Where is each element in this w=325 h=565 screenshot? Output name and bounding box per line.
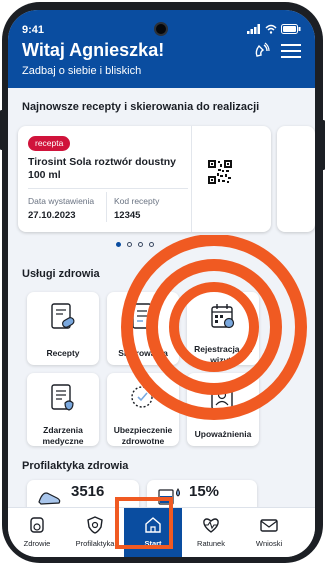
carousel-pagination [116, 242, 154, 247]
meta-divider [28, 188, 188, 189]
water-glass-icon [158, 488, 180, 505]
pagination-dot[interactable] [127, 242, 132, 247]
prescription-card[interactable]: recepta Tirosint Sola roztwór doustny 10… [18, 126, 271, 232]
prevention-shield-icon [87, 516, 103, 534]
nav-item-profilaktyka[interactable]: Profilaktyka [66, 508, 124, 557]
greeting-title: Witaj Agnieszka! [22, 40, 165, 60]
hydration-value: 15% [189, 483, 220, 500]
pagination-dot[interactable] [138, 242, 143, 247]
prevention-section-title: Profilaktyka zdrowia [22, 460, 129, 472]
signal-icon [247, 24, 260, 34]
issue-date-value: 27.10.2023 [28, 210, 76, 221]
volume-button [0, 110, 3, 150]
tile-upowaznienia[interactable]: Upoważnienia [187, 373, 259, 446]
tile-label: Upoważnienia [194, 429, 252, 439]
battery-icon [281, 24, 301, 34]
prescription-code-label: Kod recepty [114, 196, 160, 206]
voice-assistant-icon[interactable] [253, 42, 271, 60]
nav-label: Start [144, 539, 162, 548]
app-screen: 9:41 Witaj Agnieszka! Zadbaj o siebie i … [8, 10, 315, 557]
front-camera [154, 22, 168, 36]
applications-mail-icon [260, 519, 278, 532]
authorization-icon [211, 386, 233, 410]
tile-label: Zdarzenia medyczne [42, 425, 84, 446]
nav-label: Zdrowie [23, 539, 51, 548]
nav-item-zdrowie[interactable]: Zdrowie [8, 508, 66, 557]
bottom-navigation: Zdrowie Profilaktyka Start Ratunek Wnios… [8, 507, 315, 557]
tile-label: Recepty [46, 348, 80, 358]
card-divider [191, 126, 192, 232]
nav-item-wnioski[interactable]: Wnioski [240, 508, 298, 557]
tile-recepty[interactable]: Recepty [27, 292, 99, 365]
hamburger-menu-icon[interactable] [281, 43, 301, 59]
home-icon [145, 517, 161, 533]
tile-rejestracja[interactable]: Rejestracja na wizyty [187, 292, 259, 365]
prescription-card-next[interactable] [277, 126, 315, 232]
steps-shoe-icon [38, 492, 61, 505]
heartbeat-icon [203, 518, 219, 533]
meta-separator [106, 192, 107, 222]
prescription-drug-name: Tirosint Sola roztwór doustny 100 ml [28, 156, 176, 181]
calendar-registration-icon [211, 304, 235, 329]
prescription-icon [51, 303, 75, 329]
prescriptions-section-title: Najnowsze recepty i skierowania do reali… [22, 101, 260, 113]
phone-frame: 9:41 Witaj Agnieszka! Zadbaj o siebie i … [0, 0, 325, 565]
tile-skierowania[interactable]: Skierowania [107, 292, 179, 365]
prescription-badge: recepta [28, 136, 71, 151]
services-section-title: Usługi zdrowia [22, 268, 100, 280]
steps-value: 3516 [71, 483, 105, 500]
pagination-dot[interactable] [149, 242, 154, 247]
insurance-icon [131, 386, 153, 408]
tile-label: Ubezpieczenie zdrowotne [113, 425, 173, 446]
nav-label: Ratunek [197, 539, 225, 548]
medical-events-icon [51, 384, 74, 411]
nav-label: Wnioski [255, 539, 283, 548]
prescription-code-value: 12345 [114, 210, 141, 221]
header-actions [253, 42, 301, 60]
tile-label: Skierowania [118, 348, 168, 358]
tile-ubezpieczenie[interactable]: Ubezpieczenie zdrowotne [107, 373, 179, 446]
referral-icon [132, 303, 152, 329]
nav-item-ratunek[interactable]: Ratunek [182, 508, 240, 557]
nav-item-start[interactable]: Start [124, 508, 182, 557]
wifi-icon [265, 24, 277, 34]
greeting-subtitle: Zadbaj o siebie i bliskich [22, 65, 142, 77]
pagination-dot[interactable] [116, 242, 121, 247]
status-icons [247, 24, 301, 34]
status-time: 9:41 [22, 24, 45, 36]
tile-label: Rejestracja na wizyty [194, 344, 252, 365]
health-icon [30, 517, 44, 533]
tile-zdarzenia[interactable]: Zdarzenia medyczne [27, 373, 99, 446]
nav-label: Profilaktyka [75, 539, 115, 548]
qr-code-icon[interactable] [208, 160, 232, 184]
issue-date-label: Data wystawienia [28, 196, 95, 206]
